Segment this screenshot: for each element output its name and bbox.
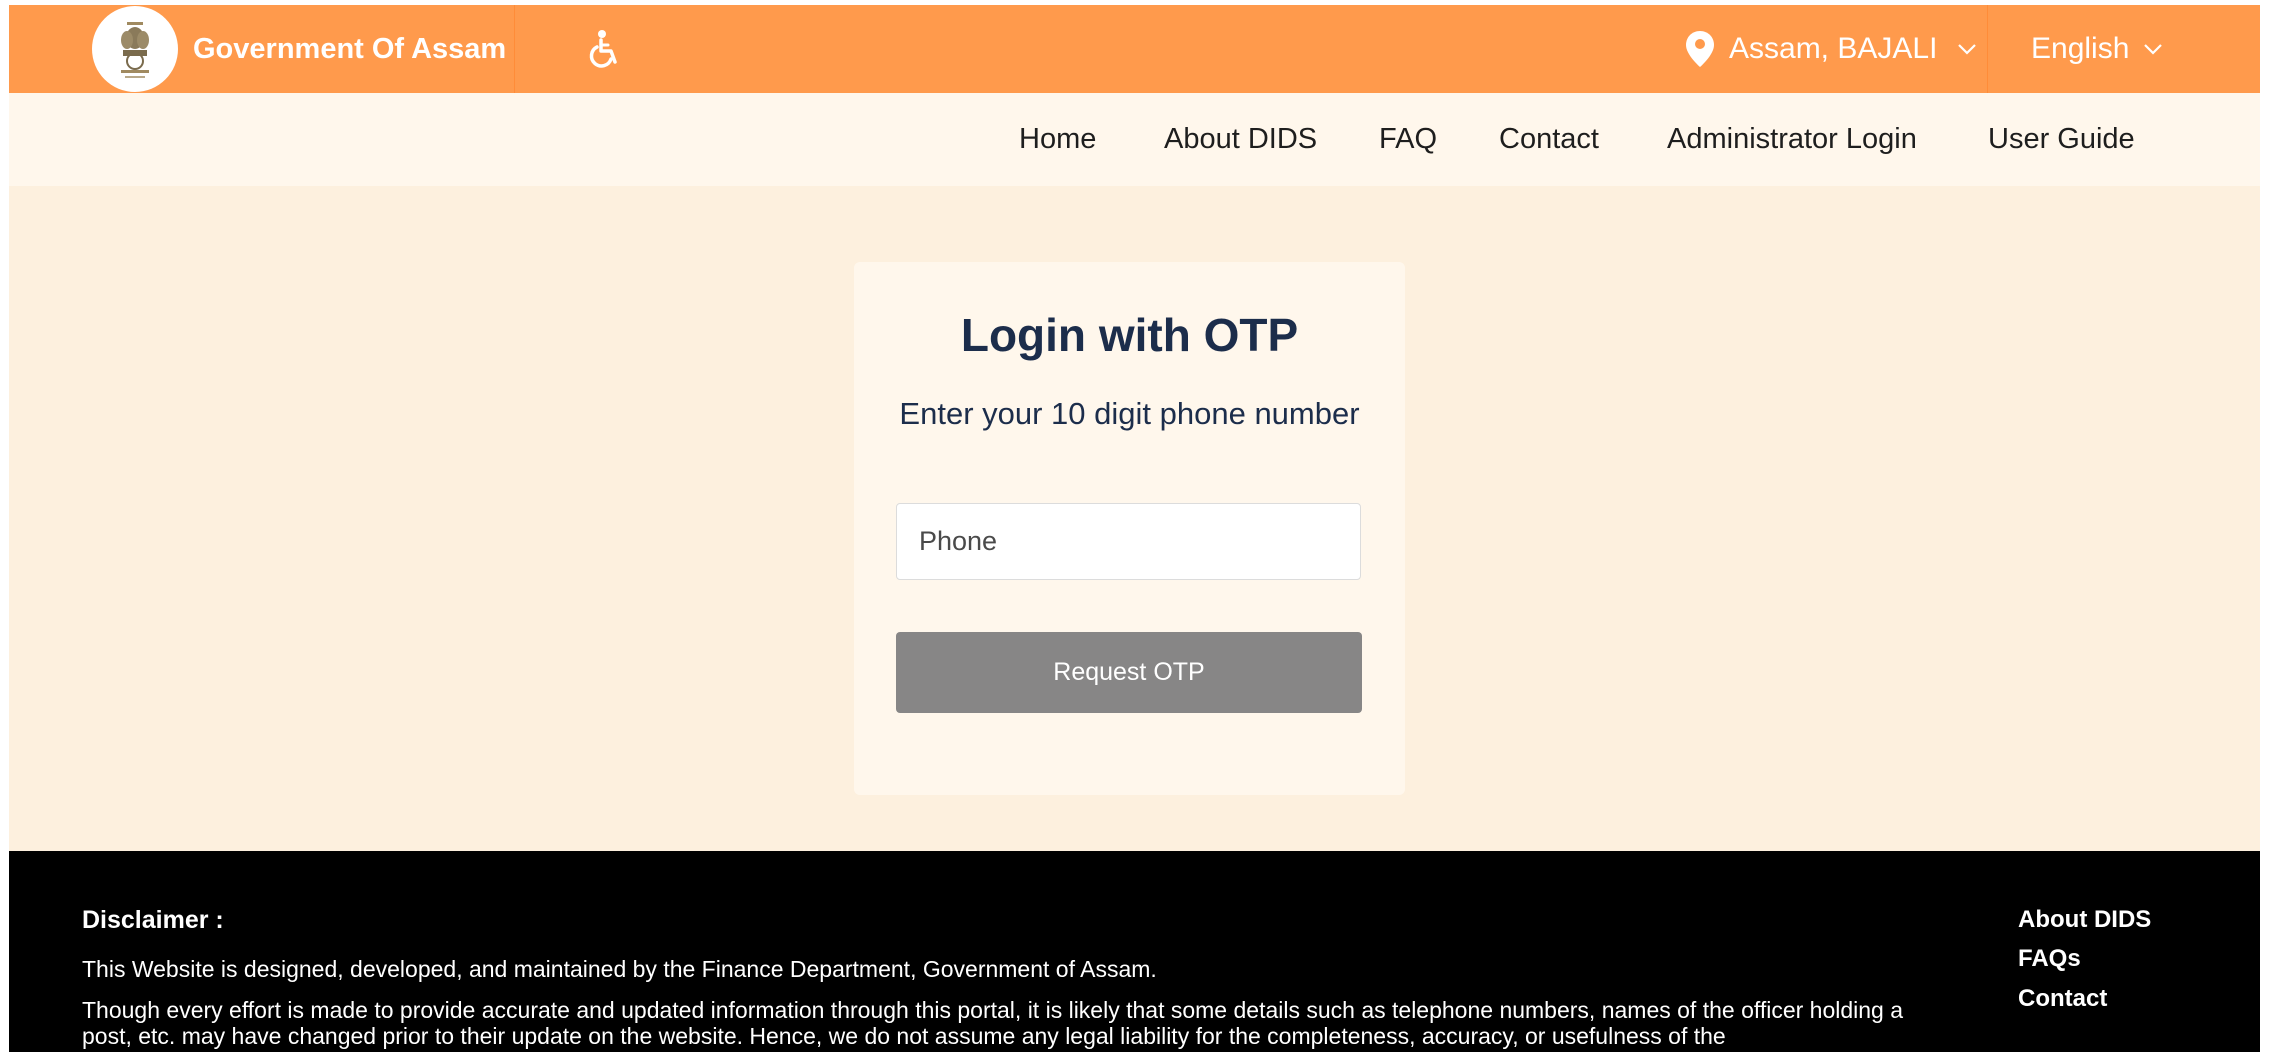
- location-label: Assam, BAJALI: [1729, 32, 1938, 65]
- login-card: Login with OTP Enter your 10 digit phone…: [854, 262, 1405, 795]
- top-bar: Government Of Assam Assam, BAJALI Englis…: [9, 5, 2260, 93]
- main-nav: Home About DIDS FAQ Contact Administrato…: [9, 93, 2260, 186]
- page: Government Of Assam Assam, BAJALI Englis…: [9, 5, 2260, 1052]
- chevron-down-icon: [2144, 44, 2163, 55]
- disclaimer-heading: Disclaimer :: [82, 906, 224, 934]
- nav-home[interactable]: Home: [1019, 93, 1096, 186]
- state-emblem-icon[interactable]: [92, 6, 178, 92]
- nav-contact[interactable]: Contact: [1499, 93, 1599, 186]
- chevron-down-icon: [1958, 44, 1977, 55]
- header-divider: [514, 5, 515, 93]
- footer: Disclaimer : This Website is designed, d…: [9, 851, 2260, 1052]
- nav-faq[interactable]: FAQ: [1379, 93, 1437, 186]
- language-label: English: [2031, 32, 2130, 65]
- nav-about-dids[interactable]: About DIDS: [1164, 93, 1317, 186]
- footer-link-contact[interactable]: Contact: [2018, 985, 2107, 1013]
- login-subtitle: Enter your 10 digit phone number: [899, 396, 1360, 431]
- footer-link-about-dids[interactable]: About DIDS: [2018, 906, 2151, 934]
- header-divider: [1987, 5, 1988, 93]
- accessibility-icon[interactable]: [587, 29, 623, 69]
- nav-administrator-login[interactable]: Administrator Login: [1667, 93, 1917, 186]
- disclaimer-paragraph: Though every effort is made to provide a…: [82, 997, 1904, 1049]
- map-pin-icon: [1686, 31, 1714, 67]
- footer-link-faqs[interactable]: FAQs: [2018, 945, 2081, 973]
- disclaimer-paragraph: This Website is designed, developed, and…: [82, 956, 1157, 982]
- login-title: Login with OTP: [960, 309, 1299, 361]
- language-selector[interactable]: English: [2031, 5, 2163, 93]
- location-selector[interactable]: Assam, BAJALI: [1685, 5, 1977, 93]
- nav-user-guide[interactable]: User Guide: [1988, 93, 2135, 186]
- phone-input[interactable]: [896, 503, 1361, 580]
- request-otp-button[interactable]: Request OTP: [896, 632, 1362, 713]
- site-title[interactable]: Government Of Assam: [193, 5, 506, 93]
